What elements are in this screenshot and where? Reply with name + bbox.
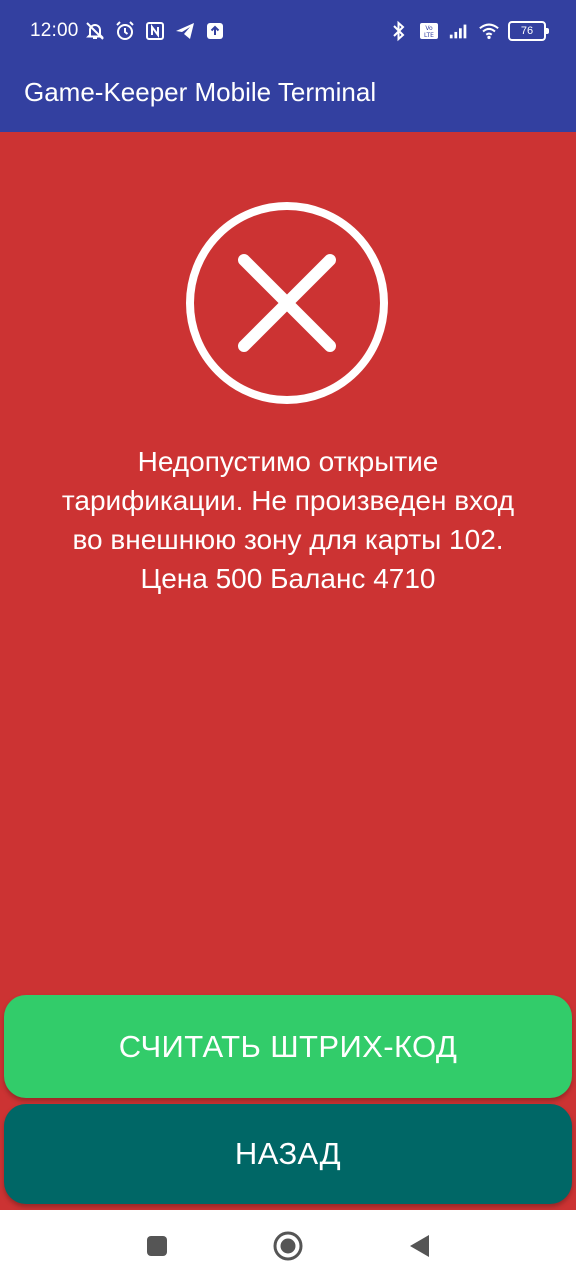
close-circle-icon <box>186 202 388 404</box>
wifi-icon <box>478 19 500 43</box>
bluetooth-icon <box>388 19 410 43</box>
status-bar: 12:00 Vo LTE 76 <box>0 0 576 64</box>
muted-notifications-icon <box>84 19 106 43</box>
navigation-bar <box>0 1210 576 1280</box>
svg-text:Vo: Vo <box>425 25 433 32</box>
home-icon[interactable] <box>272 1230 304 1262</box>
back-icon[interactable] <box>403 1230 435 1262</box>
back-button[interactable]: НАЗАД <box>4 1104 572 1204</box>
status-left-icons <box>84 19 226 43</box>
telegram-icon <box>174 19 196 43</box>
svg-text:LTE: LTE <box>424 32 434 39</box>
error-screen: Недопустимо открытие тарификации. Не про… <box>0 132 576 1210</box>
error-message: Недопустимо открытие тарификации. Не про… <box>61 446 515 594</box>
signal-icon <box>448 19 470 43</box>
nfc-icon <box>144 19 166 43</box>
battery-indicator: 76 <box>508 21 549 41</box>
volte-icon: Vo LTE <box>418 19 440 43</box>
status-time: 12:00 <box>30 20 79 41</box>
status-right-icons: Vo LTE 76 <box>388 19 549 43</box>
scan-barcode-button[interactable]: СЧИТАТЬ ШТРИХ-КОД <box>4 995 572 1098</box>
recents-icon[interactable] <box>141 1230 173 1262</box>
app-bar: Game-Keeper Mobile Terminal <box>0 64 576 132</box>
app-title: Game-Keeper Mobile Terminal <box>24 77 377 107</box>
alarm-icon <box>114 19 136 43</box>
upload-icon <box>204 19 226 43</box>
